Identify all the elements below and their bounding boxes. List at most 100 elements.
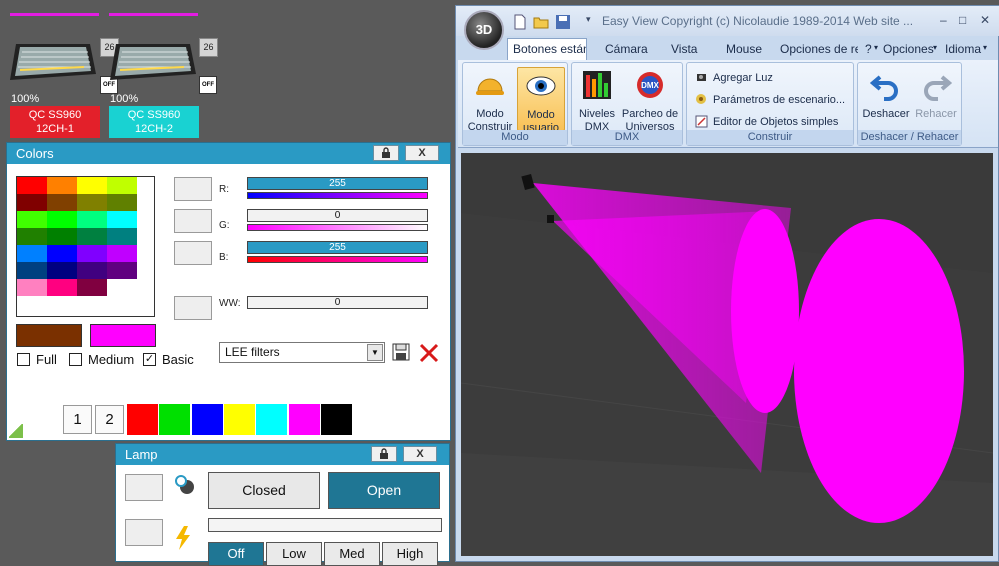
color-swatch[interactable] (159, 404, 191, 435)
blue-channel-button[interactable] (174, 241, 212, 265)
3d-viewport[interactable] (461, 153, 993, 556)
palette-swatch[interactable] (107, 262, 137, 279)
red-channel-button[interactable] (174, 177, 212, 201)
lamp-power-button[interactable] (125, 519, 163, 546)
level-med-button[interactable]: Med (324, 542, 380, 566)
color-swatch[interactable] (288, 404, 320, 435)
palette-swatch[interactable] (17, 177, 47, 194)
check-basic[interactable]: ✓ Basic (143, 352, 194, 367)
deshacer-button[interactable]: Deshacer (861, 67, 911, 131)
idioma-dropdown-icon[interactable]: ▾ (983, 43, 987, 52)
check-full[interactable]: Full (17, 352, 57, 367)
tab-mouse[interactable]: Mouse (726, 42, 762, 56)
palette-swatch[interactable] (77, 279, 107, 296)
editor-objetos-item[interactable]: Editor de Objetos simples (695, 115, 838, 128)
modo-usuario-button[interactable]: Modo usuario (517, 67, 565, 134)
tab-camara[interactable]: Cámara (605, 42, 648, 56)
palette-swatch[interactable] (107, 245, 137, 262)
palette-swatch[interactable] (17, 262, 47, 279)
colors-close-button[interactable]: X (405, 145, 439, 161)
minimize-button[interactable]: – (940, 13, 947, 27)
lamp-lock-button[interactable] (371, 446, 397, 462)
color-swatch[interactable] (191, 404, 223, 435)
palette-swatch[interactable] (17, 279, 47, 296)
palette-swatch[interactable] (107, 228, 137, 245)
opciones-dropdown-icon[interactable]: ▾ (933, 43, 937, 52)
open-folder-icon[interactable] (533, 14, 549, 30)
fixture-2-off-badge[interactable]: OFF (199, 76, 217, 94)
filter-select[interactable]: LEE filters ▼ (219, 342, 385, 363)
open-button[interactable]: Open (328, 472, 440, 509)
page-button-2[interactable]: 2 (95, 405, 124, 434)
resize-grip-icon[interactable] (9, 424, 23, 438)
delete-icon[interactable] (418, 342, 440, 364)
palette-swatch[interactable] (107, 279, 137, 296)
tab-vista[interactable]: Vista (671, 42, 697, 56)
fixture-1-name[interactable]: QC SS960 12CH-1 (10, 106, 100, 138)
level-high-button[interactable]: High (382, 542, 438, 566)
palette-swatch[interactable] (47, 177, 77, 194)
help-dropdown-icon[interactable]: ▾ (874, 43, 878, 52)
parcheo-universos-button[interactable]: DMX Parcheo de Universos (620, 67, 680, 133)
palette-swatch[interactable] (77, 211, 107, 228)
check-full-box[interactable] (17, 353, 30, 366)
parametros-escenario-item[interactable]: Parámetros de escenario... (695, 93, 845, 106)
level-off-button[interactable]: Off (208, 542, 264, 566)
palette-swatch[interactable] (77, 228, 107, 245)
palette-swatch[interactable] (107, 177, 137, 194)
color-swatch[interactable] (320, 404, 352, 435)
tab-help[interactable]: ? (865, 42, 872, 56)
palette-swatch[interactable] (77, 177, 107, 194)
palette-swatch[interactable] (107, 194, 137, 211)
check-basic-box[interactable]: ✓ (143, 353, 156, 366)
palette-swatch[interactable] (47, 194, 77, 211)
lamp-shutter-button[interactable] (125, 474, 163, 501)
green-slider[interactable]: 0 (247, 209, 428, 231)
niveles-dmx-button[interactable]: Niveles DMX (575, 67, 619, 133)
colors-panel-title-bar[interactable]: Colors X (7, 143, 450, 164)
new-file-icon[interactable] (512, 14, 528, 30)
tab-opciones[interactable]: Opciones (883, 42, 934, 56)
preview-color-2[interactable] (90, 324, 156, 347)
app-orb-button[interactable]: 3D (464, 10, 504, 50)
rehacer-button[interactable]: Rehacer (911, 67, 961, 131)
tab-idioma[interactable]: Idioma (945, 42, 981, 56)
agregar-luz-item[interactable]: Agregar Luz (695, 71, 773, 84)
color-swatch[interactable] (256, 404, 288, 435)
chevron-down-icon[interactable]: ▼ (367, 344, 383, 361)
fixture-2-name[interactable]: QC SS960 12CH-2 (109, 106, 199, 138)
window-title-bar[interactable]: 3D ▾ Easy View Copyright (c) Nicolaudie … (456, 6, 999, 50)
blue-slider[interactable]: 255 (247, 241, 428, 263)
tab-botones-estandar[interactable]: Botones estándar (507, 38, 587, 61)
red-slider[interactable]: 255 (247, 177, 428, 199)
palette-swatch[interactable] (17, 228, 47, 245)
level-low-button[interactable]: Low (266, 542, 322, 566)
palette-swatch[interactable] (47, 245, 77, 262)
save-icon[interactable] (392, 343, 410, 361)
palette-swatch[interactable] (17, 194, 47, 211)
page-button-1[interactable]: 1 (63, 405, 92, 434)
palette-swatch[interactable] (47, 279, 77, 296)
palette-swatch[interactable] (77, 194, 107, 211)
closed-button[interactable]: Closed (208, 472, 320, 509)
save-icon[interactable] (555, 14, 571, 30)
maximize-button[interactable]: □ (959, 13, 966, 27)
ww-channel-button[interactable] (174, 296, 212, 320)
colors-lock-button[interactable] (373, 145, 399, 161)
preview-color-1[interactable] (16, 324, 82, 347)
palette-swatch[interactable] (47, 228, 77, 245)
modo-construir-button[interactable]: Modo Construir (466, 67, 514, 133)
palette-swatch[interactable] (17, 211, 47, 228)
tab-opciones-de-render[interactable]: Opciones de re (780, 42, 858, 56)
palette-swatch[interactable] (47, 262, 77, 279)
quick-access-menu-icon[interactable]: ▾ (586, 14, 591, 25)
ww-slider[interactable]: 0 (247, 296, 428, 318)
check-medium[interactable]: Medium (69, 352, 134, 367)
palette-swatch[interactable] (77, 262, 107, 279)
green-channel-button[interactable] (174, 209, 212, 233)
check-medium-box[interactable] (69, 353, 82, 366)
palette-swatch[interactable] (107, 211, 137, 228)
palette-swatch[interactable] (77, 245, 107, 262)
palette-swatch[interactable] (47, 211, 77, 228)
color-swatch[interactable] (223, 404, 255, 435)
